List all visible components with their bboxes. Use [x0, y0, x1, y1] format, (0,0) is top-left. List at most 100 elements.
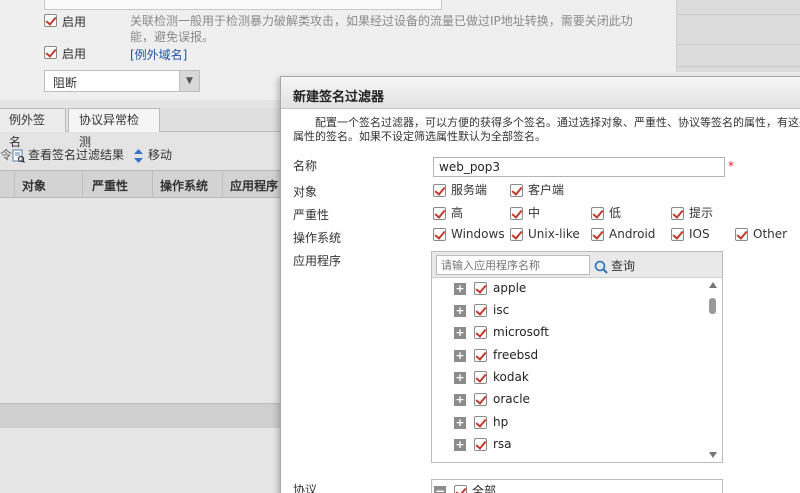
view-filter-results-label: 查看签名过滤结果 — [28, 148, 125, 162]
option-label: 客户端 — [528, 183, 565, 197]
app-tree-item[interactable]: + apple — [454, 281, 526, 299]
enable-correlation-checkbox[interactable] — [44, 14, 57, 27]
column-header-app[interactable]: 应用程序 — [230, 177, 278, 194]
column-header-object[interactable]: 对象 — [22, 177, 46, 194]
enable-exception-checkbox[interactable] — [44, 46, 57, 59]
checkbox[interactable] — [591, 228, 604, 241]
background-toolbar: 令 查看签名过滤结果 移动 — [0, 142, 285, 166]
checkbox[interactable] — [474, 416, 487, 429]
checkbox[interactable] — [433, 207, 446, 220]
checkbox[interactable] — [454, 485, 467, 493]
app-search-bar: 查询 — [432, 252, 722, 278]
expand-icon[interactable]: + — [454, 282, 466, 295]
app-label: 应用程序 — [293, 254, 342, 268]
checkbox[interactable] — [510, 184, 523, 197]
enable-label: 启用 — [62, 15, 87, 29]
checkbox[interactable] — [474, 438, 487, 451]
column-header-severity[interactable]: 严重性 — [92, 177, 128, 194]
checkbox[interactable] — [474, 282, 487, 295]
checkbox[interactable] — [735, 228, 748, 241]
os-label: 操作系统 — [293, 231, 342, 245]
protocol-tree-item[interactable]: − 全部 — [434, 482, 496, 493]
severity-option-high[interactable]: 高 — [433, 204, 463, 221]
name-label: 名称 — [293, 159, 318, 173]
collapse-icon[interactable]: − — [434, 485, 446, 493]
option-label: IOS — [689, 227, 710, 241]
os-option-unix[interactable]: Unix-like — [510, 227, 580, 241]
enable-label: 启用 — [62, 47, 87, 61]
app-tree-item[interactable]: + isc — [454, 303, 509, 321]
scrollbar-thumb[interactable] — [709, 298, 716, 314]
expand-icon[interactable]: + — [454, 371, 466, 384]
background-right-panel — [676, 0, 800, 72]
app-item-label: oracle — [493, 392, 530, 406]
checkbox[interactable] — [474, 393, 487, 406]
move-button[interactable]: 移动 — [132, 146, 172, 163]
checkbox[interactable] — [671, 207, 684, 220]
expand-icon[interactable]: + — [454, 438, 466, 451]
app-query-button[interactable]: 查询 — [594, 257, 635, 274]
correlation-description: 关联检测一般用于检测暴力破解类攻击，如果经过设备的流量已做过IP地址转换，需要关… — [130, 14, 633, 44]
app-tree-item[interactable]: + freebsd — [454, 348, 538, 366]
checkbox[interactable] — [671, 228, 684, 241]
os-option-ios[interactable]: IOS — [671, 227, 710, 241]
app-search-input[interactable] — [436, 255, 590, 275]
toolbar-partial-item[interactable]: 令 — [0, 146, 12, 163]
new-signature-filter-dialog: 新建签名过滤器 配置一个签名过滤器，可以方便的获得多个签名。通过选择对象、严重性… — [280, 76, 800, 493]
os-option-other[interactable]: Other — [735, 227, 787, 241]
checkbox[interactable] — [474, 349, 487, 362]
checkbox[interactable] — [591, 207, 604, 220]
expand-icon[interactable]: + — [454, 393, 466, 406]
app-tree-item[interactable]: + microsoft — [454, 325, 549, 343]
checkbox[interactable] — [433, 228, 446, 241]
severity-option-medium[interactable]: 中 — [510, 204, 540, 221]
protocol-item-label: 全部 — [472, 484, 497, 493]
checkbox[interactable] — [474, 304, 487, 317]
checkbox[interactable] — [433, 184, 446, 197]
object-option-server[interactable]: 服务端 — [433, 181, 487, 198]
expand-icon[interactable]: + — [454, 326, 466, 339]
app-item-label: microsoft — [493, 325, 549, 339]
signature-table-body — [0, 198, 285, 403]
chevron-down-icon[interactable]: ▼ — [179, 71, 199, 91]
severity-label: 严重性 — [293, 208, 330, 222]
option-label: 高 — [451, 206, 464, 220]
object-option-client[interactable]: 客户端 — [510, 181, 564, 198]
tab-exception-signatures[interactable]: 例外签名 — [0, 108, 66, 149]
severity-option-low[interactable]: 低 — [591, 204, 621, 221]
app-tree-item[interactable]: + rsa — [454, 437, 512, 455]
option-label: 提示 — [689, 206, 714, 220]
tab-protocol-anomaly[interactable]: 协议异常检测 — [68, 108, 160, 149]
background-input-field[interactable] — [44, 0, 442, 10]
checkbox[interactable] — [510, 207, 523, 220]
app-tree-item[interactable]: + kodak — [454, 370, 529, 388]
action-select[interactable]: 阻断 ▼ — [44, 70, 200, 92]
column-header-os[interactable]: 操作系统 — [160, 177, 208, 194]
dialog-header[interactable]: 新建签名过滤器 — [281, 77, 800, 109]
scroll-up-icon[interactable] — [709, 282, 717, 288]
option-label: Unix-like — [528, 227, 580, 241]
os-option-android[interactable]: Android — [591, 227, 655, 241]
protocol-tree-panel: − 全部 — [431, 479, 723, 493]
view-filter-results-button[interactable]: 查看签名过滤结果 — [12, 146, 124, 163]
expand-icon[interactable]: + — [454, 304, 466, 317]
move-label: 移动 — [148, 148, 173, 162]
os-option-windows[interactable]: Windows — [433, 227, 505, 241]
name-field[interactable] — [433, 157, 725, 177]
app-tree-scrollbar[interactable] — [706, 280, 720, 460]
checkbox[interactable] — [474, 371, 487, 384]
app-tree-item[interactable]: + hp — [454, 415, 508, 433]
checkbox[interactable] — [474, 326, 487, 339]
expand-icon[interactable]: + — [454, 349, 466, 362]
dialog-description: 配置一个签名过滤器，可以方便的获得多个签名。通过选择对象、严重性、协议等签名的属… — [293, 116, 800, 143]
severity-option-info[interactable]: 提示 — [671, 204, 713, 221]
table-footer-bar — [0, 403, 285, 427]
checkbox[interactable] — [510, 228, 523, 241]
exception-domain-link[interactable]: [例外域名] — [130, 46, 187, 63]
app-query-label: 查询 — [611, 259, 636, 273]
move-arrows-icon — [134, 148, 143, 163]
object-label: 对象 — [293, 185, 318, 199]
scroll-down-icon[interactable] — [709, 452, 717, 458]
expand-icon[interactable]: + — [454, 416, 466, 429]
app-tree-item[interactable]: + oracle — [454, 392, 530, 410]
